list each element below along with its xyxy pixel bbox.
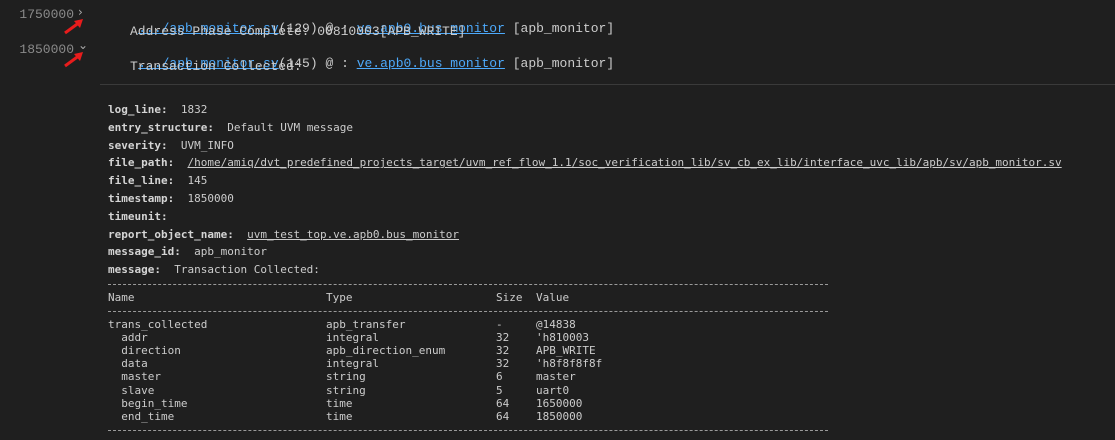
cell-name: end_time bbox=[108, 409, 175, 423]
table-divider bbox=[108, 284, 828, 285]
detail-row: timeunit: bbox=[108, 210, 181, 223]
detail-value: apb_monitor bbox=[194, 245, 267, 259]
header-value: Value bbox=[536, 291, 570, 304]
table-divider bbox=[108, 311, 828, 312]
cell-type: string bbox=[326, 383, 366, 397]
message-id: [apb_monitor] bbox=[504, 56, 615, 71]
detail-row: message: Transaction Collected: bbox=[108, 263, 320, 276]
detail-row: message_id: apb_monitor bbox=[108, 245, 267, 258]
cell-size: 6 bbox=[496, 370, 503, 384]
cell-type: apb_direction_enum bbox=[326, 344, 446, 358]
table-divider bbox=[108, 430, 828, 431]
detail-value: Transaction Collected: bbox=[174, 263, 320, 277]
header-type: Type bbox=[326, 291, 353, 304]
cell-name: addr bbox=[108, 331, 148, 345]
detail-key: timeunit: bbox=[108, 209, 168, 223]
cell-type: apb_transfer bbox=[326, 318, 406, 331]
detail-row: severity: UVM_INFO bbox=[108, 139, 234, 152]
detail-row: file_path: /home/amiq/dvt_predefined_pro… bbox=[108, 156, 1062, 169]
detail-link[interactable]: /home/amiq/dvt_predefined_projects_targe… bbox=[187, 156, 1061, 169]
object-link[interactable]: ve.apb0.bus_monitor bbox=[357, 56, 505, 71]
cell-value: 1850000 bbox=[536, 409, 583, 423]
table-header: Name Type Size Value bbox=[108, 291, 569, 304]
cell-value: 'h8f8f8f8f bbox=[536, 357, 603, 371]
cell-size: 64 bbox=[496, 409, 510, 423]
detail-key: file_path: bbox=[108, 156, 175, 170]
cell-type: string bbox=[326, 370, 366, 384]
cell-size: 64 bbox=[496, 396, 510, 410]
detail-row: file_line: 145 bbox=[108, 174, 207, 187]
detail-row: timestamp: 1850000 bbox=[108, 192, 234, 205]
cell-type: integral bbox=[326, 331, 379, 345]
detail-value: 145 bbox=[187, 174, 208, 188]
cell-value: 1650000 bbox=[536, 396, 583, 410]
cell-type: time bbox=[326, 409, 353, 423]
header-name: Name bbox=[108, 291, 135, 304]
cell-name: direction bbox=[108, 344, 181, 358]
header-size: Size bbox=[496, 291, 523, 304]
annotation-arrow-icon bbox=[64, 19, 83, 35]
detail-key: severity: bbox=[108, 138, 168, 152]
detail-value: UVM_INFO bbox=[180, 138, 234, 152]
detail-row: report_object_name: uvm_test_top.ve.apb0… bbox=[108, 228, 459, 241]
annotation-arrow-icon bbox=[64, 52, 83, 68]
chevron-down-icon[interactable]: ⌄ bbox=[78, 38, 88, 52]
detail-key: file_line: bbox=[108, 174, 175, 188]
detail-row: log_line: 1832 bbox=[108, 103, 207, 116]
cell-type: integral bbox=[326, 357, 379, 371]
message-id: [apb_monitor] bbox=[504, 21, 615, 36]
cell-name: trans_collected bbox=[108, 318, 208, 331]
detail-key: timestamp: bbox=[108, 192, 175, 205]
message-text: Address Phase Complete: 00810003[APB_WRI… bbox=[130, 24, 466, 39]
detail-value: Default UVM message bbox=[227, 120, 354, 134]
detail-key: message: bbox=[108, 263, 161, 277]
cell-type: time bbox=[326, 396, 353, 410]
cell-value: 'h810003 bbox=[536, 331, 589, 345]
detail-value: 1832 bbox=[180, 103, 208, 116]
detail-key: report_object_name: bbox=[108, 227, 234, 241]
cell-size: 32 bbox=[496, 344, 510, 358]
cell-size: 32 bbox=[496, 331, 510, 345]
cell-value: APB_WRITE bbox=[536, 344, 596, 358]
cell-value: master bbox=[536, 370, 576, 384]
cell-value: uart0 bbox=[536, 383, 570, 397]
detail-key: log_line: bbox=[108, 103, 168, 116]
chevron-right-icon[interactable]: › bbox=[78, 5, 83, 19]
cell-size: - bbox=[496, 318, 503, 331]
detail-row: entry_structure: Default UVM message bbox=[108, 121, 353, 134]
separator: @ : bbox=[317, 56, 357, 71]
cell-name: data bbox=[108, 357, 148, 371]
divider bbox=[100, 84, 1115, 85]
cell-size: 32 bbox=[496, 357, 510, 371]
detail-value: 1850000 bbox=[187, 192, 234, 205]
cell-size: 5 bbox=[496, 383, 503, 397]
cell-name: begin_time bbox=[108, 396, 188, 410]
cell-name: slave bbox=[108, 383, 155, 397]
detail-key: message_id: bbox=[108, 245, 181, 259]
cell-value: @14838 bbox=[536, 318, 576, 331]
detail-link[interactable]: uvm_test_top.ve.apb0.bus_monitor bbox=[247, 228, 459, 241]
cell-name: master bbox=[108, 370, 161, 384]
message-text: Transaction Collected: bbox=[130, 59, 302, 74]
detail-key: entry_structure: bbox=[108, 120, 214, 134]
